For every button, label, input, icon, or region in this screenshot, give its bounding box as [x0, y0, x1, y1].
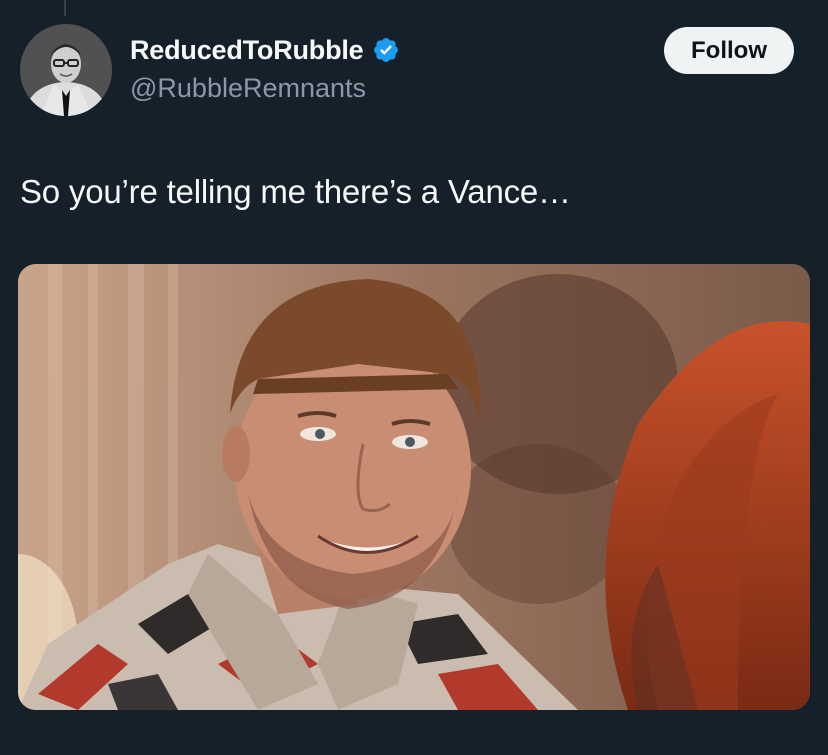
avatar[interactable] [20, 24, 112, 116]
author-display-name[interactable]: ReducedToRubble [130, 35, 364, 66]
follow-button[interactable]: Follow [664, 27, 794, 74]
author-handle[interactable]: @RubbleRemnants [130, 73, 366, 104]
author-name-row[interactable]: ReducedToRubble [130, 32, 400, 68]
thread-connector-line [64, 0, 66, 16]
tweet-text: So you’re telling me there’s a Vance… [20, 173, 571, 210]
tweet-media-image[interactable] [18, 264, 810, 710]
verified-badge-icon [372, 36, 400, 64]
tweet-card: ReducedToRubble @RubbleRemnants Follow S… [0, 0, 828, 755]
